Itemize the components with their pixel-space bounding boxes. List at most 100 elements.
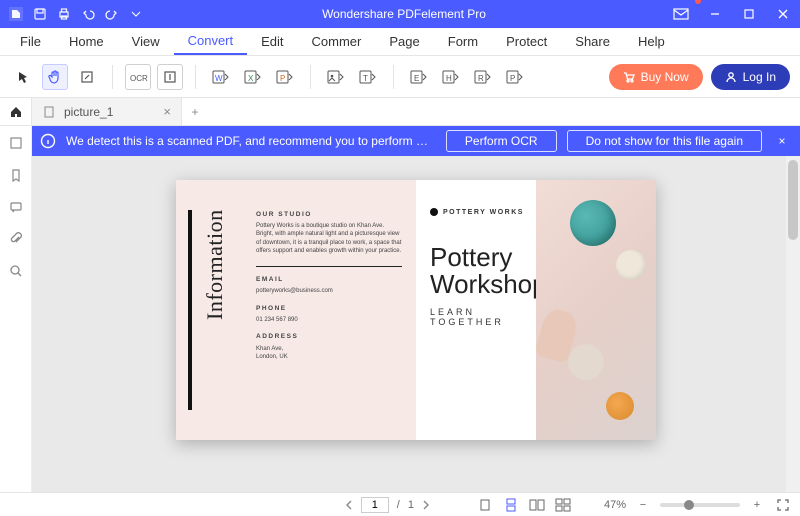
log-in-label: Log In: [743, 70, 776, 84]
zoom-slider[interactable]: [660, 503, 740, 507]
close-button[interactable]: [766, 0, 800, 28]
to-image-icon[interactable]: [323, 64, 349, 90]
studio-body: Pottery Works is a boutique studio on Kh…: [256, 222, 402, 256]
attachments-panel-icon[interactable]: [7, 230, 25, 248]
document-canvas[interactable]: We detect this is a scanned PDF, and rec…: [32, 126, 800, 492]
bookmarks-panel-icon[interactable]: [7, 166, 25, 184]
to-html-icon[interactable]: H: [438, 64, 464, 90]
phone-heading: PHONE: [256, 304, 402, 313]
menu-view[interactable]: View: [118, 28, 174, 55]
subheadline: LEARN TOGETHER: [430, 307, 528, 327]
svg-text:X: X: [248, 74, 254, 83]
redo-icon[interactable]: [104, 6, 120, 22]
buy-now-button[interactable]: Buy Now: [609, 64, 703, 90]
to-word-icon[interactable]: W: [208, 64, 234, 90]
tab-close-button[interactable]: ×: [163, 104, 171, 119]
menu-home[interactable]: Home: [55, 28, 118, 55]
next-page-button[interactable]: [422, 500, 430, 510]
edit-tool-icon[interactable]: [74, 64, 100, 90]
titlebar-left-group: [0, 6, 144, 22]
select-tool-icon[interactable]: [10, 64, 36, 90]
thumbnails-panel-icon[interactable]: [7, 134, 25, 152]
minimize-button[interactable]: [698, 0, 732, 28]
vertical-scrollbar[interactable]: [786, 156, 800, 492]
continuous-view-icon[interactable]: [502, 496, 520, 514]
buy-now-label: Buy Now: [641, 70, 689, 84]
mail-icon[interactable]: [664, 0, 698, 28]
to-rtf-icon[interactable]: R: [470, 64, 496, 90]
home-icon: [9, 105, 23, 119]
menu-comment[interactable]: Commer: [298, 28, 376, 55]
perform-ocr-button[interactable]: Perform OCR: [446, 130, 557, 152]
ocr-settings-icon[interactable]: [157, 64, 183, 90]
brand-dot-icon: [430, 208, 438, 216]
menu-page[interactable]: Page: [375, 28, 433, 55]
brand-mark: POTTERY WORKS: [430, 208, 528, 216]
menu-edit[interactable]: Edit: [247, 28, 297, 55]
single-page-view-icon[interactable]: [476, 496, 494, 514]
page-total: 1: [408, 499, 414, 511]
scrollbar-thumb[interactable]: [788, 160, 798, 240]
prev-page-button[interactable]: [345, 500, 353, 510]
menu-form[interactable]: Form: [434, 28, 492, 55]
menu-protect[interactable]: Protect: [492, 28, 561, 55]
svg-text:H: H: [446, 74, 452, 83]
svg-text:OCR: OCR: [130, 74, 148, 83]
search-panel-icon[interactable]: [7, 262, 25, 280]
vertical-heading: Information: [202, 209, 228, 320]
to-epub-icon[interactable]: E: [406, 64, 432, 90]
menu-convert[interactable]: Convert: [174, 28, 248, 55]
home-tab-button[interactable]: [0, 98, 32, 125]
menu-help[interactable]: Help: [624, 28, 679, 55]
to-excel-icon[interactable]: X: [240, 64, 266, 90]
ocr-icon[interactable]: OCR: [125, 64, 151, 90]
zoom-out-button[interactable]: −: [634, 496, 652, 514]
to-text-icon[interactable]: T: [355, 64, 381, 90]
document-tab-label: picture_1: [64, 105, 155, 119]
app-title: Wondershare PDFelement Pro: [144, 7, 664, 21]
fullscreen-button[interactable]: [774, 496, 792, 514]
to-pdfa-icon[interactable]: P: [502, 64, 528, 90]
hero-photo: [536, 180, 656, 440]
hand-tool-icon[interactable]: [42, 64, 68, 90]
banner-close-button[interactable]: ×: [772, 134, 792, 148]
user-icon: [725, 71, 737, 83]
address-heading: ADDRESS: [256, 332, 402, 341]
headline: Pottery Workshops: [430, 244, 528, 299]
comments-panel-icon[interactable]: [7, 198, 25, 216]
address-line2: London, UK: [256, 353, 402, 361]
page-number-input[interactable]: [361, 497, 389, 513]
document-icon: [42, 105, 56, 119]
print-icon[interactable]: [56, 6, 72, 22]
undo-icon[interactable]: [80, 6, 96, 22]
menu-share[interactable]: Share: [561, 28, 624, 55]
two-page-view-icon[interactable]: [528, 496, 546, 514]
to-ppt-icon[interactable]: P: [272, 64, 298, 90]
svg-text:P: P: [280, 74, 285, 83]
zoom-slider-thumb[interactable]: [684, 500, 694, 510]
svg-text:T: T: [363, 74, 368, 83]
dismiss-ocr-button[interactable]: Do not show for this file again: [567, 130, 762, 152]
maximize-button[interactable]: [732, 0, 766, 28]
email-value: potteryworks@business.com: [256, 287, 402, 295]
cart-icon: [623, 71, 635, 83]
zoom-level-label: 47%: [604, 499, 626, 511]
menu-file[interactable]: File: [6, 28, 55, 55]
email-heading: EMAIL: [256, 275, 402, 284]
document-tab[interactable]: picture_1 ×: [32, 98, 182, 125]
two-page-continuous-view-icon[interactable]: [554, 496, 572, 514]
save-icon[interactable]: [32, 6, 48, 22]
zoom-in-button[interactable]: +: [748, 496, 766, 514]
qat-dropdown-icon[interactable]: [128, 6, 144, 22]
page-separator: /: [397, 499, 400, 511]
left-sidebar: [0, 126, 32, 492]
left-page-content: OUR STUDIO Pottery Works is a boutique s…: [256, 210, 402, 361]
title-bar: Wondershare PDFelement Pro: [0, 0, 800, 28]
log-in-button[interactable]: Log In: [711, 64, 790, 90]
svg-text:P: P: [510, 74, 515, 83]
app-logo-icon: [8, 6, 24, 22]
phone-value: 01 234 567 890: [256, 316, 402, 324]
svg-text:W: W: [215, 74, 223, 83]
add-tab-button[interactable]: +: [182, 98, 208, 125]
svg-text:E: E: [414, 74, 419, 83]
